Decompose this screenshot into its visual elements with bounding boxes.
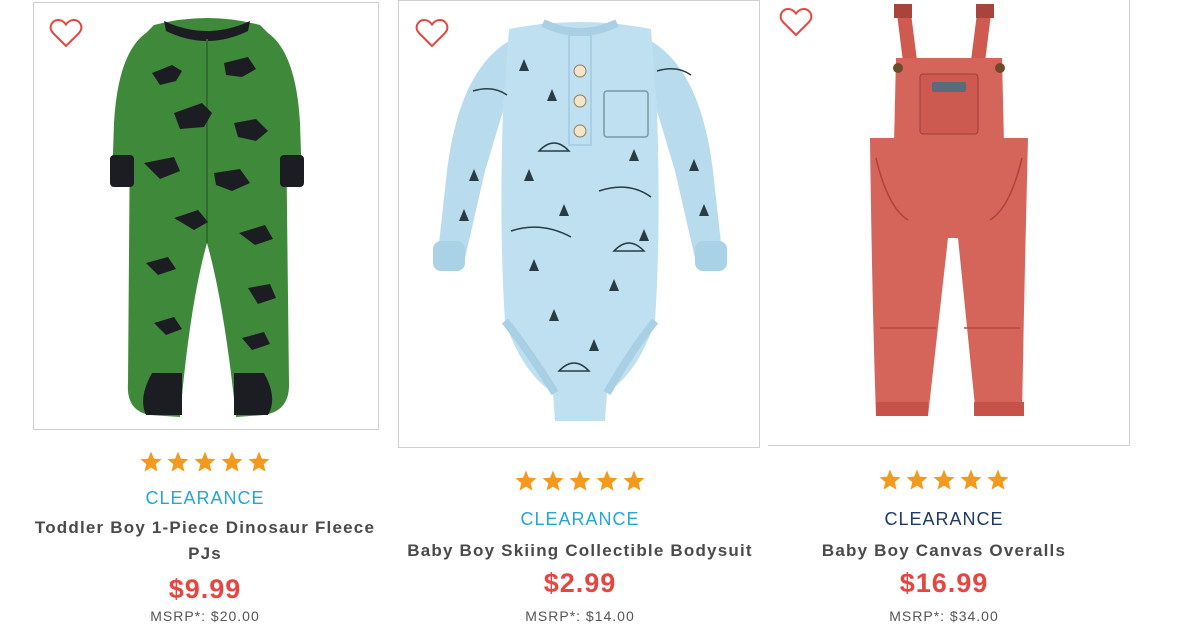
star-icon [906,469,928,490]
star-icon [194,451,216,472]
product-image[interactable] [768,0,1130,446]
product-title[interactable]: Baby Boy Skiing Collectible Bodysuit [390,538,770,564]
product-image[interactable] [398,0,760,448]
ski-bodysuit-image [433,19,727,421]
rating-stars [0,450,410,476]
star-icon [569,470,591,491]
star-icon [596,470,618,491]
star-icon [515,470,537,491]
star-icon [140,451,162,472]
clearance-badge: CLEARANCE [145,488,265,508]
rating-stars [768,468,1120,494]
sale-price: $9.99 [168,574,242,604]
product-title[interactable]: Baby Boy Canvas Overalls [768,538,1120,564]
msrp-price: MSRP*: $34.00 [889,608,999,624]
star-icon [879,469,901,490]
product-card[interactable]: CLEARANCE Toddler Boy 1-Piece Dinosaur F… [0,0,400,633]
clearance-badge: CLEARANCE [520,509,640,529]
rating-stars [400,469,760,495]
star-icon [933,469,955,490]
sale-price: $2.99 [543,568,617,598]
product-card[interactable]: CLEARANCE Baby Boy Skiing Collectible Bo… [398,0,770,633]
star-icon [960,469,982,490]
overalls-image [870,4,1028,416]
msrp-price: MSRP*: $14.00 [525,608,635,624]
product-image[interactable] [33,2,379,430]
msrp-price: MSRP*: $20.00 [150,608,260,624]
star-icon [221,451,243,472]
clearance-badge: CLEARANCE [884,509,1004,529]
dinosaur-pajama-image [110,18,304,417]
star-icon [623,470,645,491]
star-icon [248,451,270,472]
star-icon [542,470,564,491]
heart-outline-icon[interactable] [415,17,449,49]
sale-price: $16.99 [899,568,989,598]
product-card[interactable]: CLEARANCE Baby Boy Canvas Overalls $16.9… [768,0,1138,633]
heart-outline-icon[interactable] [49,17,83,49]
product-title[interactable]: Toddler Boy 1-Piece Dinosaur Fleece PJs [30,515,380,567]
star-icon [167,451,189,472]
heart-outline-icon[interactable] [779,6,813,38]
star-icon [987,469,1009,490]
